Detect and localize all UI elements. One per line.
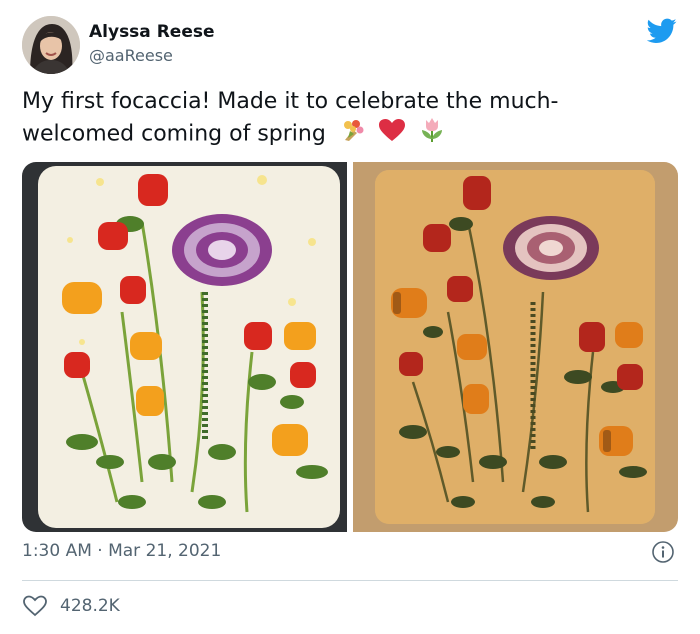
bouquet-icon <box>339 118 365 151</box>
red-heart-icon <box>378 118 406 151</box>
heart-outline-icon[interactable] <box>22 594 48 618</box>
user-handle[interactable]: @aaReese <box>89 46 173 65</box>
info-icon[interactable] <box>651 540 675 564</box>
focaccia-photo-baked[interactable] <box>353 162 678 532</box>
user-name[interactable]: Alyssa Reese <box>89 22 215 42</box>
divider <box>22 580 678 581</box>
avatar[interactable] <box>22 16 80 74</box>
tweet-timestamp[interactable]: 1:30 AM · Mar 21, 2021 <box>22 541 221 561</box>
focaccia-photo-unbaked[interactable] <box>22 162 347 532</box>
tweet-media <box>22 162 678 532</box>
tulip-icon <box>419 117 445 152</box>
tweet-card: Alyssa Reese @aaReese My first focaccia!… <box>0 0 700 634</box>
tweet-text: My first focaccia! Made it to celebrate … <box>22 86 662 152</box>
tweet-text-content: My first focaccia! Made it to celebrate … <box>22 89 559 147</box>
like-count: 428.2K <box>60 596 120 616</box>
twitter-bird-icon[interactable] <box>646 18 677 44</box>
